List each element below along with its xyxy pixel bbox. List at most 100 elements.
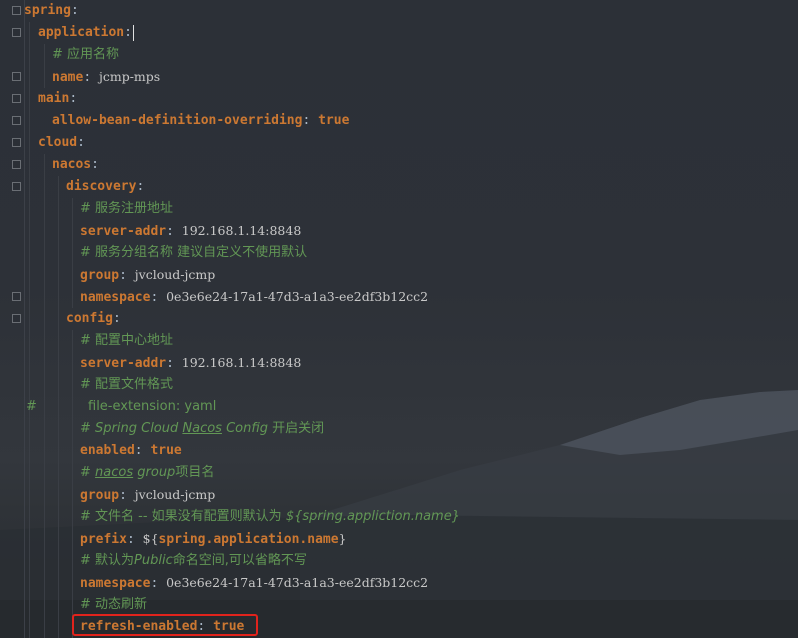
comment-text: #	[80, 465, 96, 480]
fold-marker-icon[interactable]	[12, 72, 21, 81]
separator: :	[150, 576, 167, 591]
yaml-line-server-addr[interactable]: server-addr: 192.168.1.14:8848	[80, 220, 301, 242]
yaml-comment-line[interactable]: # nacos group项目名	[80, 462, 214, 484]
comment-text: nacos	[95, 465, 134, 480]
fold-marker-icon[interactable]	[12, 138, 21, 147]
separator: :	[166, 224, 182, 239]
yaml-editor[interactable]: spring: application: # 应用名称 name: jcmp-m…	[24, 0, 798, 638]
yaml-key: prefix	[80, 532, 127, 547]
yaml-line-config[interactable]: config:	[66, 308, 121, 330]
yaml-key: allow-bean-definition-overriding	[52, 113, 303, 128]
yaml-line-server-addr[interactable]: server-addr: 192.168.1.14:8848	[80, 352, 301, 374]
yaml-value: 0e3e6e24-17a1-47d3-a1a3-ee2df3b12cc2	[166, 575, 429, 590]
yaml-key: name	[52, 70, 84, 85]
separator: :	[166, 356, 182, 371]
comment-text: # 应用名称	[52, 47, 120, 62]
yaml-value: true	[318, 113, 350, 128]
yaml-key: nacos	[52, 157, 92, 172]
separator: :	[83, 70, 99, 85]
placeholder-reference: spring.application.name	[158, 532, 339, 547]
comment-text: # 默认为	[80, 553, 135, 568]
comment-text: group	[137, 465, 176, 480]
fold-marker-icon[interactable]	[12, 292, 21, 301]
yaml-line-allow-bean-overriding[interactable]: allow-bean-definition-overriding: true	[52, 110, 349, 132]
yaml-line-group[interactable]: group: jvcloud-jcmp	[80, 264, 215, 286]
fold-marker-icon[interactable]	[12, 94, 21, 103]
yaml-line-namespace[interactable]: namespace: 0e3e6e24-17a1-47d3-a1a3-ee2df…	[80, 572, 428, 594]
yaml-line-application[interactable]: application:	[38, 22, 134, 44]
separator: :	[136, 179, 145, 194]
yaml-value: jcmp-mps	[98, 69, 161, 84]
comment-text: 开启关闭	[272, 421, 325, 436]
yaml-key: main	[38, 91, 70, 106]
separator: :	[124, 25, 132, 40]
yaml-key: namespace	[80, 290, 151, 305]
comment-text: Public	[134, 553, 173, 568]
yaml-value: jvcloud-jcmp	[134, 487, 216, 502]
yaml-line-enabled[interactable]: enabled: true	[80, 440, 182, 462]
separator: :	[91, 157, 99, 172]
yaml-comment-line[interactable]: # 默认为Public命名空间,可以省略不写	[80, 550, 307, 572]
comment-text: Spring Cloud	[95, 421, 183, 436]
separator: :	[119, 268, 135, 283]
separator: :	[69, 91, 78, 106]
indent-guide	[29, 22, 30, 638]
separator: :	[70, 3, 79, 18]
yaml-line-nacos[interactable]: nacos:	[52, 154, 99, 176]
comment-text: 命名空间,可以省略不写	[172, 553, 307, 568]
yaml-line-main[interactable]: main:	[38, 88, 77, 110]
yaml-line-cloud[interactable]: cloud:	[38, 132, 85, 154]
yaml-value: 192.168.1.14:8848	[181, 223, 302, 238]
fold-marker-icon[interactable]	[12, 182, 21, 191]
comment-text: Config	[221, 421, 273, 436]
yaml-line-namespace[interactable]: namespace: 0e3e6e24-17a1-47d3-a1a3-ee2df…	[80, 286, 428, 308]
comment-text: 项目名	[175, 465, 215, 480]
indent-guide	[72, 198, 73, 308]
yaml-key: server-addr	[80, 224, 167, 239]
fold-marker-icon[interactable]	[12, 6, 21, 15]
separator: :	[112, 311, 121, 326]
yaml-value: ${	[142, 531, 159, 546]
yaml-key: cloud	[38, 135, 78, 150]
yaml-comment-line[interactable]: # 应用名称	[52, 44, 119, 66]
fold-marker-icon[interactable]	[12, 160, 21, 169]
indent-guide	[72, 330, 73, 638]
fold-marker-icon[interactable]	[12, 116, 21, 125]
yaml-comment-line[interactable]: # 配置文件格式	[80, 374, 173, 396]
yaml-value: jvcloud-jcmp	[134, 267, 216, 282]
yaml-line-prefix[interactable]: prefix: ${spring.application.name}	[80, 528, 347, 550]
yaml-line-name[interactable]: name: jcmp-mps	[52, 66, 160, 88]
text-caret	[132, 24, 134, 41]
comment-text: ${spring.appliction.name}	[285, 509, 460, 524]
fold-marker-icon[interactable]	[12, 28, 21, 37]
yaml-value: }	[338, 531, 347, 546]
yaml-comment-line[interactable]: # 服务分组名称 建议自定义不使用默认	[80, 242, 307, 264]
line-comment-mark: #	[26, 399, 37, 414]
fold-marker-icon[interactable]	[12, 314, 21, 323]
separator: :	[150, 290, 167, 305]
yaml-value: 192.168.1.14:8848	[181, 355, 302, 370]
yaml-comment-line[interactable]: # Spring Cloud Nacos Config 开启关闭	[80, 418, 324, 440]
yaml-line-spring[interactable]: spring:	[24, 0, 79, 22]
comment-text: # 动态刷新	[80, 597, 148, 612]
yaml-commented-out-line[interactable]: # file-extension: yaml	[24, 396, 798, 418]
yaml-line-group[interactable]: group: jvcloud-jcmp	[80, 484, 215, 506]
separator: :	[119, 488, 135, 503]
comment-text: # 文件名 -- 如果没有配置则默认为	[80, 509, 286, 524]
yaml-comment-line[interactable]: # 动态刷新	[80, 594, 147, 616]
separator: :	[302, 113, 319, 128]
yaml-comment-line[interactable]: # 文件名 -- 如果没有配置则默认为 ${spring.appliction.…	[80, 506, 460, 528]
yaml-comment-line[interactable]: # 服务注册地址	[80, 198, 173, 220]
yaml-key: enabled	[80, 443, 135, 458]
yaml-key: group	[80, 268, 120, 283]
indent-guide	[44, 44, 45, 88]
highlight-box	[72, 614, 258, 636]
yaml-value: 0e3e6e24-17a1-47d3-a1a3-ee2df3b12cc2	[166, 289, 429, 304]
comment-text: Nacos	[182, 421, 222, 436]
yaml-line-discovery[interactable]: discovery:	[66, 176, 144, 198]
comment-text: # 服务注册地址	[80, 201, 174, 216]
yaml-key: application	[38, 25, 125, 40]
yaml-key: config	[66, 311, 113, 326]
yaml-comment-line[interactable]: # 配置中心地址	[80, 330, 173, 352]
yaml-key: server-addr	[80, 356, 167, 371]
